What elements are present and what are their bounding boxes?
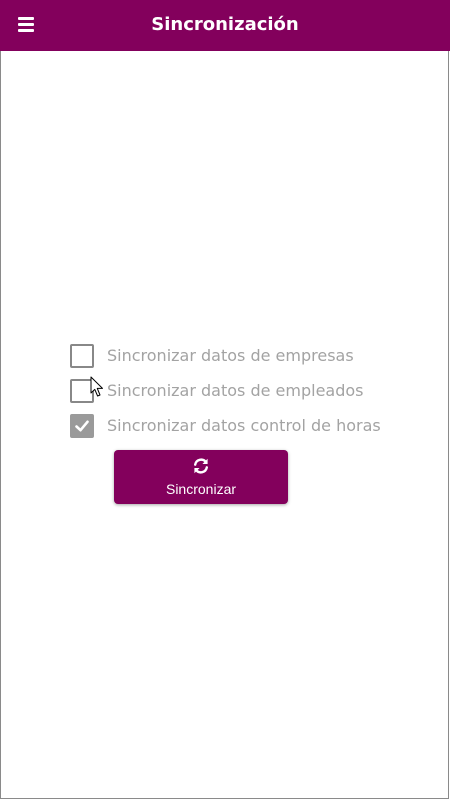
option-label: Sincronizar datos de empleados [107,380,364,400]
check-icon [75,420,89,431]
option-sync-employees[interactable]: Sincronizar datos de empleados [70,373,381,408]
option-label: Sincronizar datos de empresas [107,345,354,365]
option-label: Sincronizar datos control de horas [107,415,381,435]
option-sync-companies[interactable]: Sincronizar datos de empresas [70,338,381,373]
checkbox-sync-companies[interactable] [70,343,94,368]
sync-button[interactable]: Sincronizar [114,450,288,504]
checkbox-sync-employees[interactable] [70,378,94,403]
option-sync-time-control[interactable]: Sincronizar datos control de horas [70,408,381,443]
sync-options-list: Sincronizar datos de empresas Sincroniza… [70,338,381,443]
checkbox-sync-time-control[interactable] [70,413,94,438]
page-title: Sincronización [151,14,299,35]
sync-button-label: Sincronizar [165,481,237,497]
app-header: Sincronización [0,0,450,51]
refresh-icon [194,458,208,474]
